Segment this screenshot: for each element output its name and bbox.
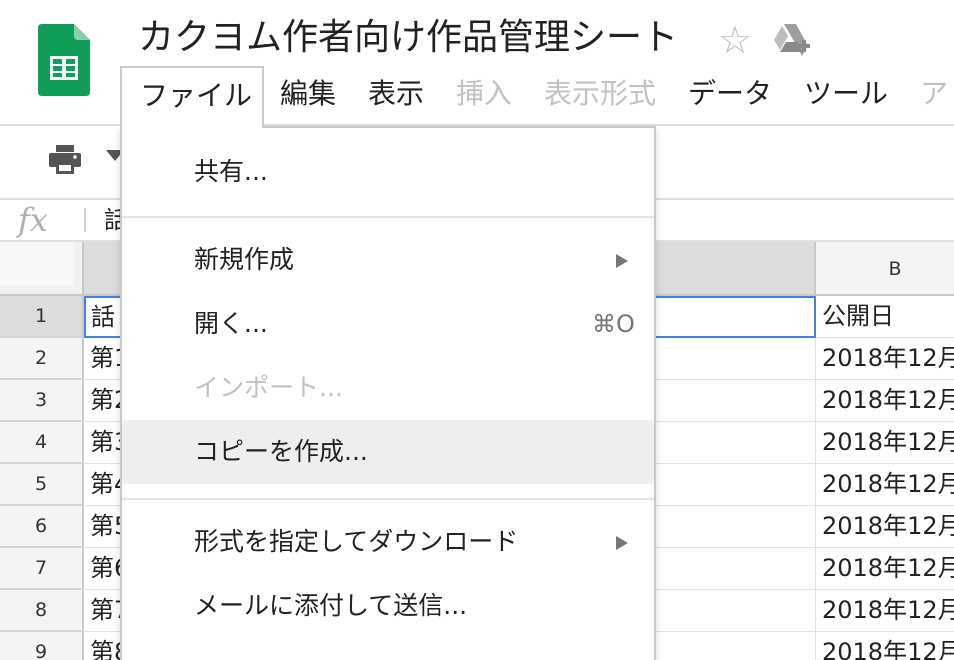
menu-separator bbox=[122, 498, 654, 500]
menu-item-make-copy[interactable]: コピーを作成... bbox=[122, 420, 654, 484]
column-header-b[interactable]: B bbox=[816, 242, 954, 296]
cell-b6[interactable]: 2018年12月 bbox=[816, 506, 954, 548]
row-header[interactable]: 2 bbox=[0, 338, 84, 380]
cell-b9[interactable]: 2018年12月 bbox=[816, 632, 954, 660]
row-header[interactable]: 8 bbox=[0, 590, 84, 632]
menu-item-download-as[interactable]: 形式を指定してダウンロード bbox=[122, 510, 654, 574]
row-header[interactable]: 6 bbox=[0, 506, 84, 548]
drive-add-icon[interactable] bbox=[772, 24, 810, 58]
menu-tools[interactable]: ツール bbox=[804, 66, 888, 122]
submenu-arrow-icon bbox=[616, 254, 628, 268]
cell-b1[interactable]: 公開日 bbox=[816, 296, 954, 338]
row-header[interactable]: 4 bbox=[0, 422, 84, 464]
select-all-corner[interactable] bbox=[0, 242, 84, 296]
menu-item-open[interactable]: 開く... ⌘O bbox=[122, 292, 654, 356]
menu-separator bbox=[122, 216, 654, 218]
row-header[interactable]: 5 bbox=[0, 464, 84, 506]
formula-separator bbox=[84, 208, 86, 232]
menu-insert[interactable]: 挿入 bbox=[456, 66, 512, 122]
spreadsheet-window: カクヨム作者向け作品管理シート ☆ ファイル 編集 表示 挿入 表示形式 データ… bbox=[0, 0, 954, 660]
cell-b7[interactable]: 2018年12月 bbox=[816, 548, 954, 590]
cell-b8[interactable]: 2018年12月 bbox=[816, 590, 954, 632]
star-icon[interactable]: ☆ bbox=[718, 18, 752, 62]
row-header[interactable]: 9 bbox=[0, 632, 84, 660]
menu-item-label: 形式を指定してダウンロード bbox=[194, 527, 519, 556]
menu-item-email-attachment[interactable]: メールに添付して送信... bbox=[122, 574, 654, 638]
cell-b2[interactable]: 2018年12月 bbox=[816, 338, 954, 380]
cell-b4[interactable]: 2018年12月 bbox=[816, 422, 954, 464]
fx-icon: fx bbox=[18, 201, 48, 239]
cell-b5[interactable]: 2018年12月 bbox=[816, 464, 954, 506]
sheets-logo-icon[interactable] bbox=[38, 24, 90, 96]
menu-item-label: インポート... bbox=[194, 373, 343, 402]
submenu-arrow-icon bbox=[616, 536, 628, 550]
shortcut-label: ⌘O bbox=[592, 310, 635, 338]
menu-item-label: 共有... bbox=[194, 157, 268, 186]
row-header[interactable]: 1 bbox=[0, 296, 84, 338]
menu-item-label: コピーを作成... bbox=[194, 437, 368, 466]
print-icon[interactable] bbox=[48, 142, 82, 176]
menu-file[interactable]: ファイル bbox=[120, 66, 264, 128]
menu-item-import[interactable]: インポート... bbox=[122, 356, 654, 420]
document-title[interactable]: カクヨム作者向け作品管理シート bbox=[138, 14, 678, 62]
row-header[interactable]: 7 bbox=[0, 548, 84, 590]
menu-item-share[interactable]: 共有... bbox=[122, 140, 654, 204]
menu-item-label: メールに添付して送信... bbox=[194, 591, 468, 620]
menu-item-label: 開く... bbox=[194, 309, 268, 338]
menu-bar: ファイル 編集 表示 挿入 表示形式 データ ツール ア bbox=[120, 66, 954, 128]
menu-edit[interactable]: 編集 bbox=[280, 66, 336, 122]
row-header[interactable]: 3 bbox=[0, 380, 84, 422]
menu-data[interactable]: データ bbox=[688, 66, 772, 122]
cell-b3[interactable]: 2018年12月 bbox=[816, 380, 954, 422]
menu-item-label: 新規作成 bbox=[194, 245, 295, 274]
menu-addons[interactable]: ア bbox=[920, 66, 948, 122]
menu-item-new[interactable]: 新規作成 bbox=[122, 228, 654, 292]
menu-format[interactable]: 表示形式 bbox=[544, 66, 656, 122]
file-menu-dropdown: 共有... 新規作成 開く... ⌘O インポート... コピーを作成... 形… bbox=[120, 126, 656, 660]
menu-view[interactable]: 表示 bbox=[368, 66, 424, 122]
